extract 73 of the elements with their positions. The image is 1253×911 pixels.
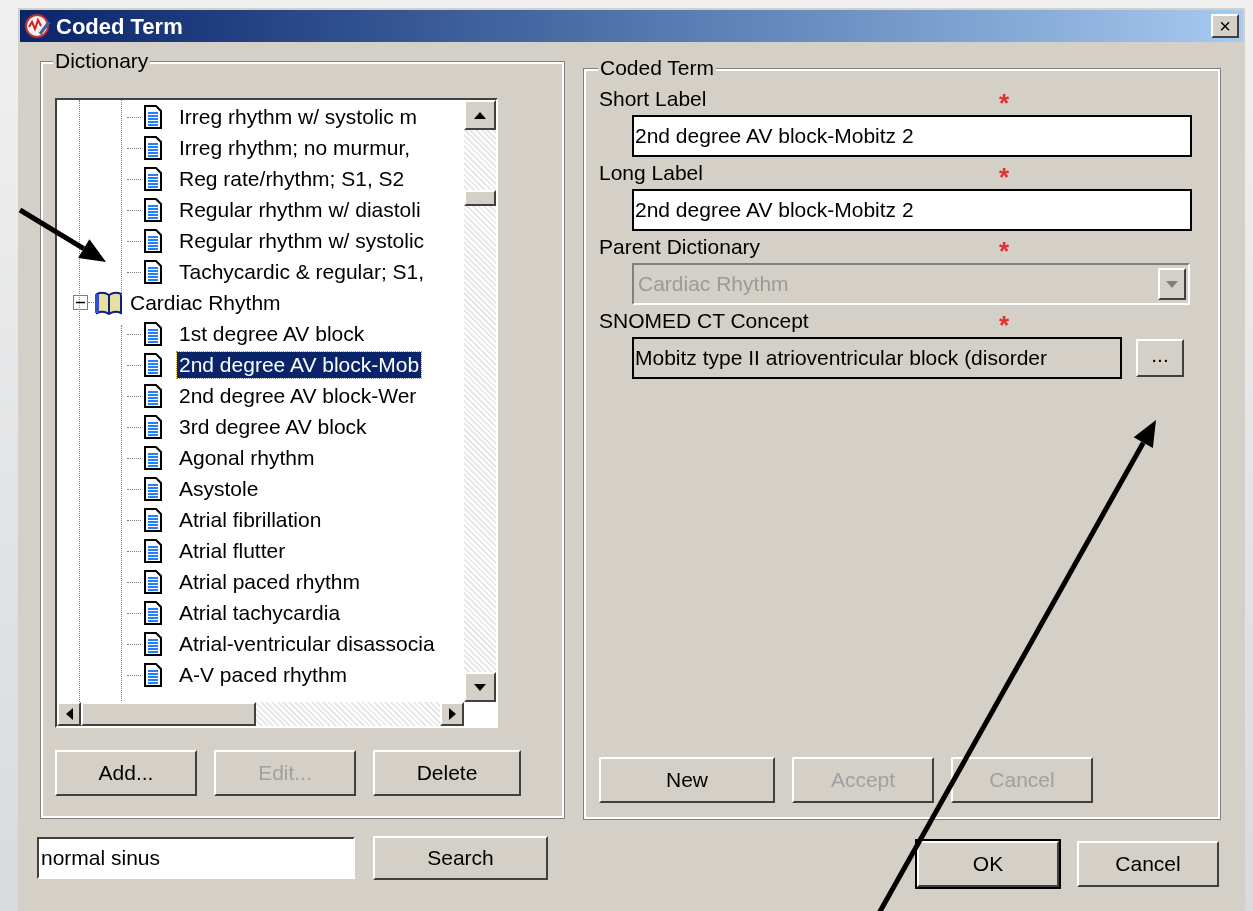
term-button[interactable]: New [599, 757, 775, 803]
document-icon [143, 538, 163, 563]
dialog-button[interactable]: OK [917, 841, 1059, 887]
tree-item[interactable]: Atrial flutter [177, 537, 288, 564]
tree-item[interactable]: Irreg rhythm; no murmur, [177, 134, 413, 161]
document-icon [143, 166, 163, 191]
required-mark: * [999, 164, 1010, 190]
down-arrow-icon [474, 683, 486, 691]
book-icon [94, 289, 124, 316]
document-icon [143, 569, 163, 594]
scroll-thumb[interactable] [81, 702, 256, 726]
required-mark: * [999, 238, 1010, 264]
document-icon [143, 228, 163, 253]
scroll-up-button[interactable] [464, 100, 496, 130]
field-label: Short Label [599, 86, 708, 113]
document-icon [143, 197, 163, 222]
dictionary-button[interactable]: Add... [55, 750, 197, 796]
tree-item[interactable]: 2nd degree AV block-Mob [177, 351, 422, 378]
search-button[interactable]: Search [373, 836, 548, 880]
up-arrow-icon [474, 111, 486, 119]
document-icon [143, 259, 163, 284]
app-icon [24, 12, 52, 40]
tree-item[interactable]: Atrial-ventricular disassocia [177, 630, 437, 657]
window-title: Coded Term [56, 12, 183, 41]
vertical-scrollbar[interactable] [464, 100, 496, 702]
tree-item[interactable]: Cardiac Rhythm [130, 286, 281, 319]
search-field[interactable]: normal sinus [37, 837, 355, 879]
field-label: SNOMED CT Concept [599, 308, 810, 335]
tree-item[interactable]: 2nd degree AV block-Wer [177, 382, 419, 409]
close-button[interactable]: × [1211, 14, 1239, 38]
document-icon [143, 662, 163, 687]
tree-item[interactable]: Atrial fibrillation [177, 506, 324, 533]
browse-button[interactable]: ... [1136, 339, 1184, 377]
scroll-thumb[interactable] [464, 190, 496, 206]
scroll-right-button[interactable] [440, 702, 464, 726]
document-icon [143, 507, 163, 532]
concept-field: Mobitz type II atrioventricular block (disorder [632, 337, 1122, 379]
tree-item[interactable]: 3rd degree AV block [177, 413, 369, 440]
document-icon [143, 104, 163, 129]
tree-item[interactable]: Tachycardic & regular; S1, [177, 258, 427, 285]
document-icon [143, 631, 163, 656]
scroll-down-button[interactable] [464, 672, 496, 702]
document-icon [143, 414, 163, 439]
document-icon [143, 135, 163, 160]
tree-item[interactable]: 1st degree AV block [177, 320, 367, 347]
tree-item[interactable]: Reg rate/rhythm; S1, S2 [177, 165, 407, 192]
document-icon [143, 352, 163, 377]
tree-item[interactable]: Regular rhythm w/ diastoli [177, 196, 423, 223]
tree-item[interactable]: Atrial tachycardia [177, 599, 343, 626]
required-mark: * [999, 312, 1010, 338]
document-icon [143, 383, 163, 408]
document-icon [143, 445, 163, 470]
document-icon [143, 321, 163, 346]
left-arrow-icon [65, 708, 73, 720]
document-icon [143, 600, 163, 625]
field-label: Long Label [599, 160, 704, 187]
horizontal-scrollbar[interactable] [57, 702, 464, 726]
tree-item[interactable]: Irreg rhythm w/ systolic m [177, 103, 420, 130]
right-arrow-icon [448, 708, 456, 720]
text-field[interactable]: 2nd degree AV block-Mobitz 2 [632, 115, 1192, 157]
required-mark: * [999, 90, 1010, 116]
dictionary-button[interactable]: Delete [373, 750, 521, 796]
tree-item[interactable]: Agonal rhythm [177, 444, 317, 471]
field-label: Parent Dictionary [599, 234, 762, 261]
caret-icon [1166, 280, 1178, 288]
scroll-left-button[interactable] [57, 702, 81, 726]
tree-item[interactable]: A-V paced rhythm [177, 661, 350, 688]
text-field[interactable]: 2nd degree AV block-Mobitz 2 [632, 189, 1192, 231]
tree-item[interactable]: Regular rhythm w/ systolic [177, 227, 427, 254]
tree-item[interactable]: Asystole [177, 475, 261, 502]
dialog-button[interactable]: Cancel [1077, 841, 1219, 887]
document-icon [143, 476, 163, 501]
tree-item[interactable]: Atrial paced rhythm [177, 568, 362, 595]
